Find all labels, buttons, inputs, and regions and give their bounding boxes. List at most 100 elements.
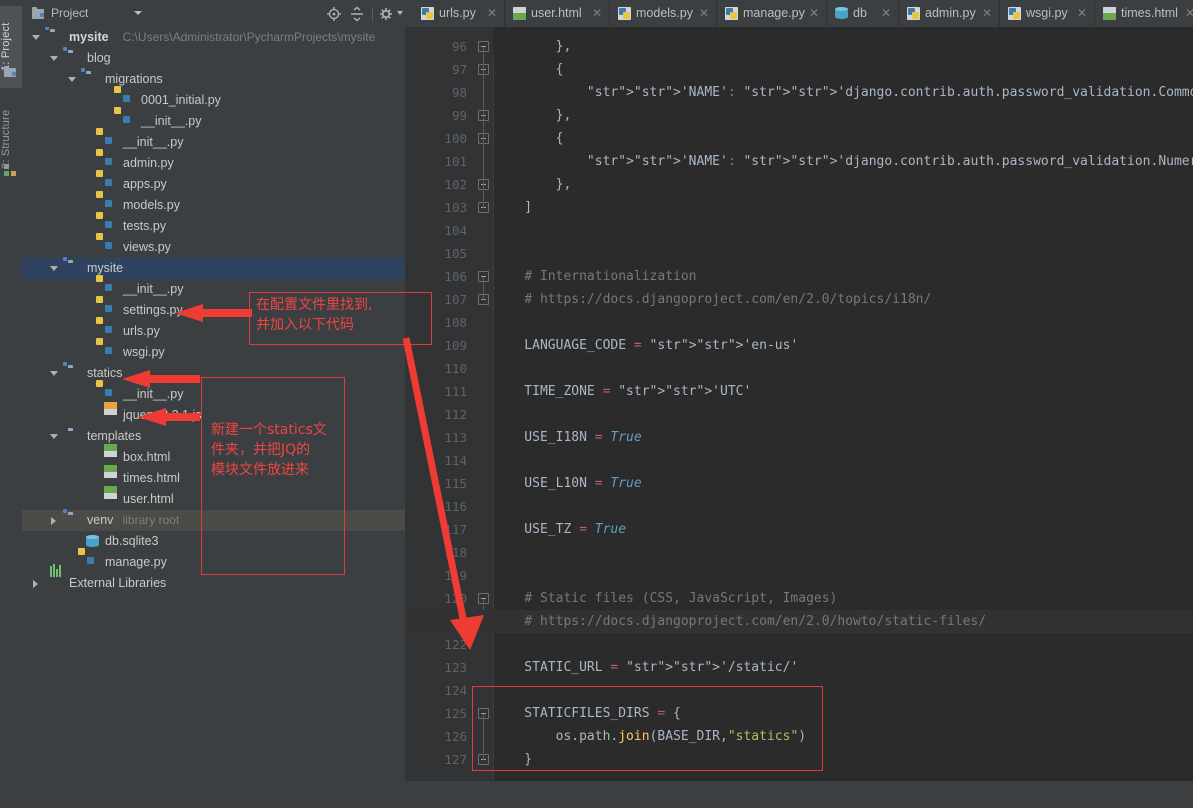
code-line[interactable] [493,495,1193,518]
tree-row-manage-py[interactable]: manage.py [22,552,405,573]
code-line[interactable] [493,633,1193,656]
settings-gear-icon[interactable] [379,6,395,22]
code-line[interactable]: STATICFILES_DIRS = { [493,702,1193,725]
code-line[interactable] [493,357,1193,380]
tree-row-admin-py[interactable]: admin.py [22,153,405,174]
close-icon[interactable]: ✕ [1185,0,1193,27]
code-line[interactable]: "str">"str">'NAME': "str">"str">'django.… [493,81,1193,104]
tree-row-user-html[interactable]: user.html [22,489,405,510]
code-line[interactable]: }, [493,35,1193,58]
tree-row-wsgi-py[interactable]: wsgi.py [22,342,405,363]
code-line[interactable] [493,311,1193,334]
code-line[interactable]: }, [493,173,1193,196]
close-icon[interactable]: ✕ [699,0,709,27]
close-icon[interactable]: ✕ [1077,0,1087,27]
editor-fold-column[interactable] [475,27,493,781]
tree-row-apps-py[interactable]: apps.py [22,174,405,195]
tree-toggle-expanded-icon[interactable] [50,371,58,376]
code-line[interactable]: LANGUAGE_CODE = "str">"str">'en-us' [493,334,1193,357]
tree-row-blog[interactable]: blog [22,48,405,69]
code-line[interactable] [493,219,1193,242]
code-line[interactable] [493,403,1193,426]
tree-row--init-py[interactable]: __init__.py [22,384,405,405]
code-line[interactable]: { [493,58,1193,81]
tree-row-migrations[interactable]: migrations [22,69,405,90]
left-tool-strip: 1: Project 2: Structure [0,0,23,781]
code-line[interactable]: # https://docs.djangoproject.com/en/2.0/… [493,610,1193,633]
tree-row-tests-py[interactable]: tests.py [22,216,405,237]
code-line[interactable] [493,541,1193,564]
editor-tab-user-html[interactable]: user.html ✕ [505,0,610,27]
tree-row--init-py[interactable]: __init__.py [22,111,405,132]
tree-row-label: statics [87,366,123,380]
editor-tab-admin-py[interactable]: admin.py ✕ [899,0,1000,27]
tree-row-label: box.html [123,450,171,464]
tree-toggle-expanded-icon[interactable] [50,266,58,271]
tree-toggle-expanded-icon[interactable] [68,77,76,82]
tree-row-label: __init__.py [141,114,202,128]
code-line[interactable] [493,449,1193,472]
close-icon[interactable]: ✕ [809,0,819,27]
locate-target-icon[interactable] [326,6,342,22]
tree-row-jquery-3-2-1-js[interactable]: jquery-3.2.1.js [22,405,405,426]
tree-row-statics[interactable]: statics [22,363,405,384]
editor-tab-manage-py[interactable]: manage.py ✕ [717,0,827,27]
tree-toggle-expanded-icon[interactable] [50,56,58,61]
tree-toggle-expanded-icon[interactable] [32,35,40,40]
tree-row-mysite[interactable]: mysite C:\Users\Administrator\PycharmProj… [22,27,405,48]
code-line[interactable]: # Internationalization [493,265,1193,288]
tree-row-box-html[interactable]: box.html [22,447,405,468]
code-line[interactable]: # Static files (CSS, JavaScript, Images) [493,587,1193,610]
tree-toggle-expanded-icon[interactable] [50,434,58,439]
tree-row--init-py[interactable]: __init__.py [22,132,405,153]
editor-code-area[interactable]: }, { "str">"str">'NAME': "str">"str">'dj… [405,27,1193,808]
tree-toggle-collapsed-icon[interactable] [33,580,38,588]
code-line[interactable]: USE_I18N = True [493,426,1193,449]
tree-row-models-py[interactable]: models.py [22,195,405,216]
code-line[interactable]: os.path.join(BASE_DIR,"statics") [493,725,1193,748]
tree-row-settings-py[interactable]: settings.py [22,300,405,321]
line-number: 104 [444,223,467,238]
close-icon[interactable]: ✕ [487,0,497,27]
tree-row-0001-initial-py[interactable]: 0001_initial.py [22,90,405,111]
structure-icon [4,164,16,176]
tree-row-label: db.sqlite3 [105,534,159,548]
settings-dropdown-chevron-icon[interactable] [397,11,403,15]
tree-row-external-libraries[interactable]: External Libraries [22,564,405,594]
tree-toggle-collapsed-icon[interactable] [51,517,56,525]
tree-row-templates[interactable]: templates [22,426,405,447]
editor-tab-bar[interactable]: urls.py ✕ user.html ✕ models.py ✕ manage.py ✕ db… [405,0,1193,27]
tree-row-mysite[interactable]: mysite [22,258,405,279]
code-line[interactable]: TIME_ZONE = "str">"str">'UTC' [493,380,1193,403]
close-icon[interactable]: ✕ [982,0,992,27]
tree-row--init-py[interactable]: __init__.py [22,279,405,300]
line-number: 112 [444,407,467,422]
code-line[interactable] [493,564,1193,587]
editor-tab-db[interactable]: db ✕ [827,0,899,27]
code-line[interactable]: USE_L10N = True [493,472,1193,495]
editor-tab-wsgi-py[interactable]: wsgi.py ✕ [1000,0,1095,27]
code-line[interactable]: }, [493,104,1193,127]
code-line[interactable]: USE_TZ = True [493,518,1193,541]
project-tree[interactable]: mysite C:\Users\Administrator\PycharmProj… [22,27,405,781]
editor-tab-models-py[interactable]: models.py ✕ [610,0,717,27]
close-icon[interactable]: ✕ [592,0,602,27]
code-line[interactable] [493,679,1193,702]
tree-row-times-html[interactable]: times.html [22,468,405,489]
editor-tab-times-html[interactable]: times.html ✕ [1095,0,1193,27]
close-icon[interactable]: ✕ [881,0,891,27]
code-line[interactable]: STATIC_URL = "str">"str">'/static/' [493,656,1193,679]
chevron-down-icon[interactable] [134,11,142,15]
code-line[interactable]: "str">"str">'NAME': "str">"str">'django.… [493,150,1193,173]
tree-row-venv[interactable]: venv library root [22,510,405,531]
code-line[interactable]: ] [493,196,1193,219]
code-line[interactable]: # https://docs.djangoproject.com/en/2.0/… [493,288,1193,311]
code-line[interactable] [493,242,1193,265]
code-line[interactable]: { [493,127,1193,150]
collapse-all-icon[interactable] [349,6,365,22]
editor-tab-urls-py[interactable]: urls.py ✕ [413,0,505,27]
code-line[interactable]: } [493,748,1193,771]
line-number: 105 [444,246,467,261]
tree-row-urls-py[interactable]: urls.py [22,321,405,342]
tree-row-views-py[interactable]: views.py [22,237,405,258]
